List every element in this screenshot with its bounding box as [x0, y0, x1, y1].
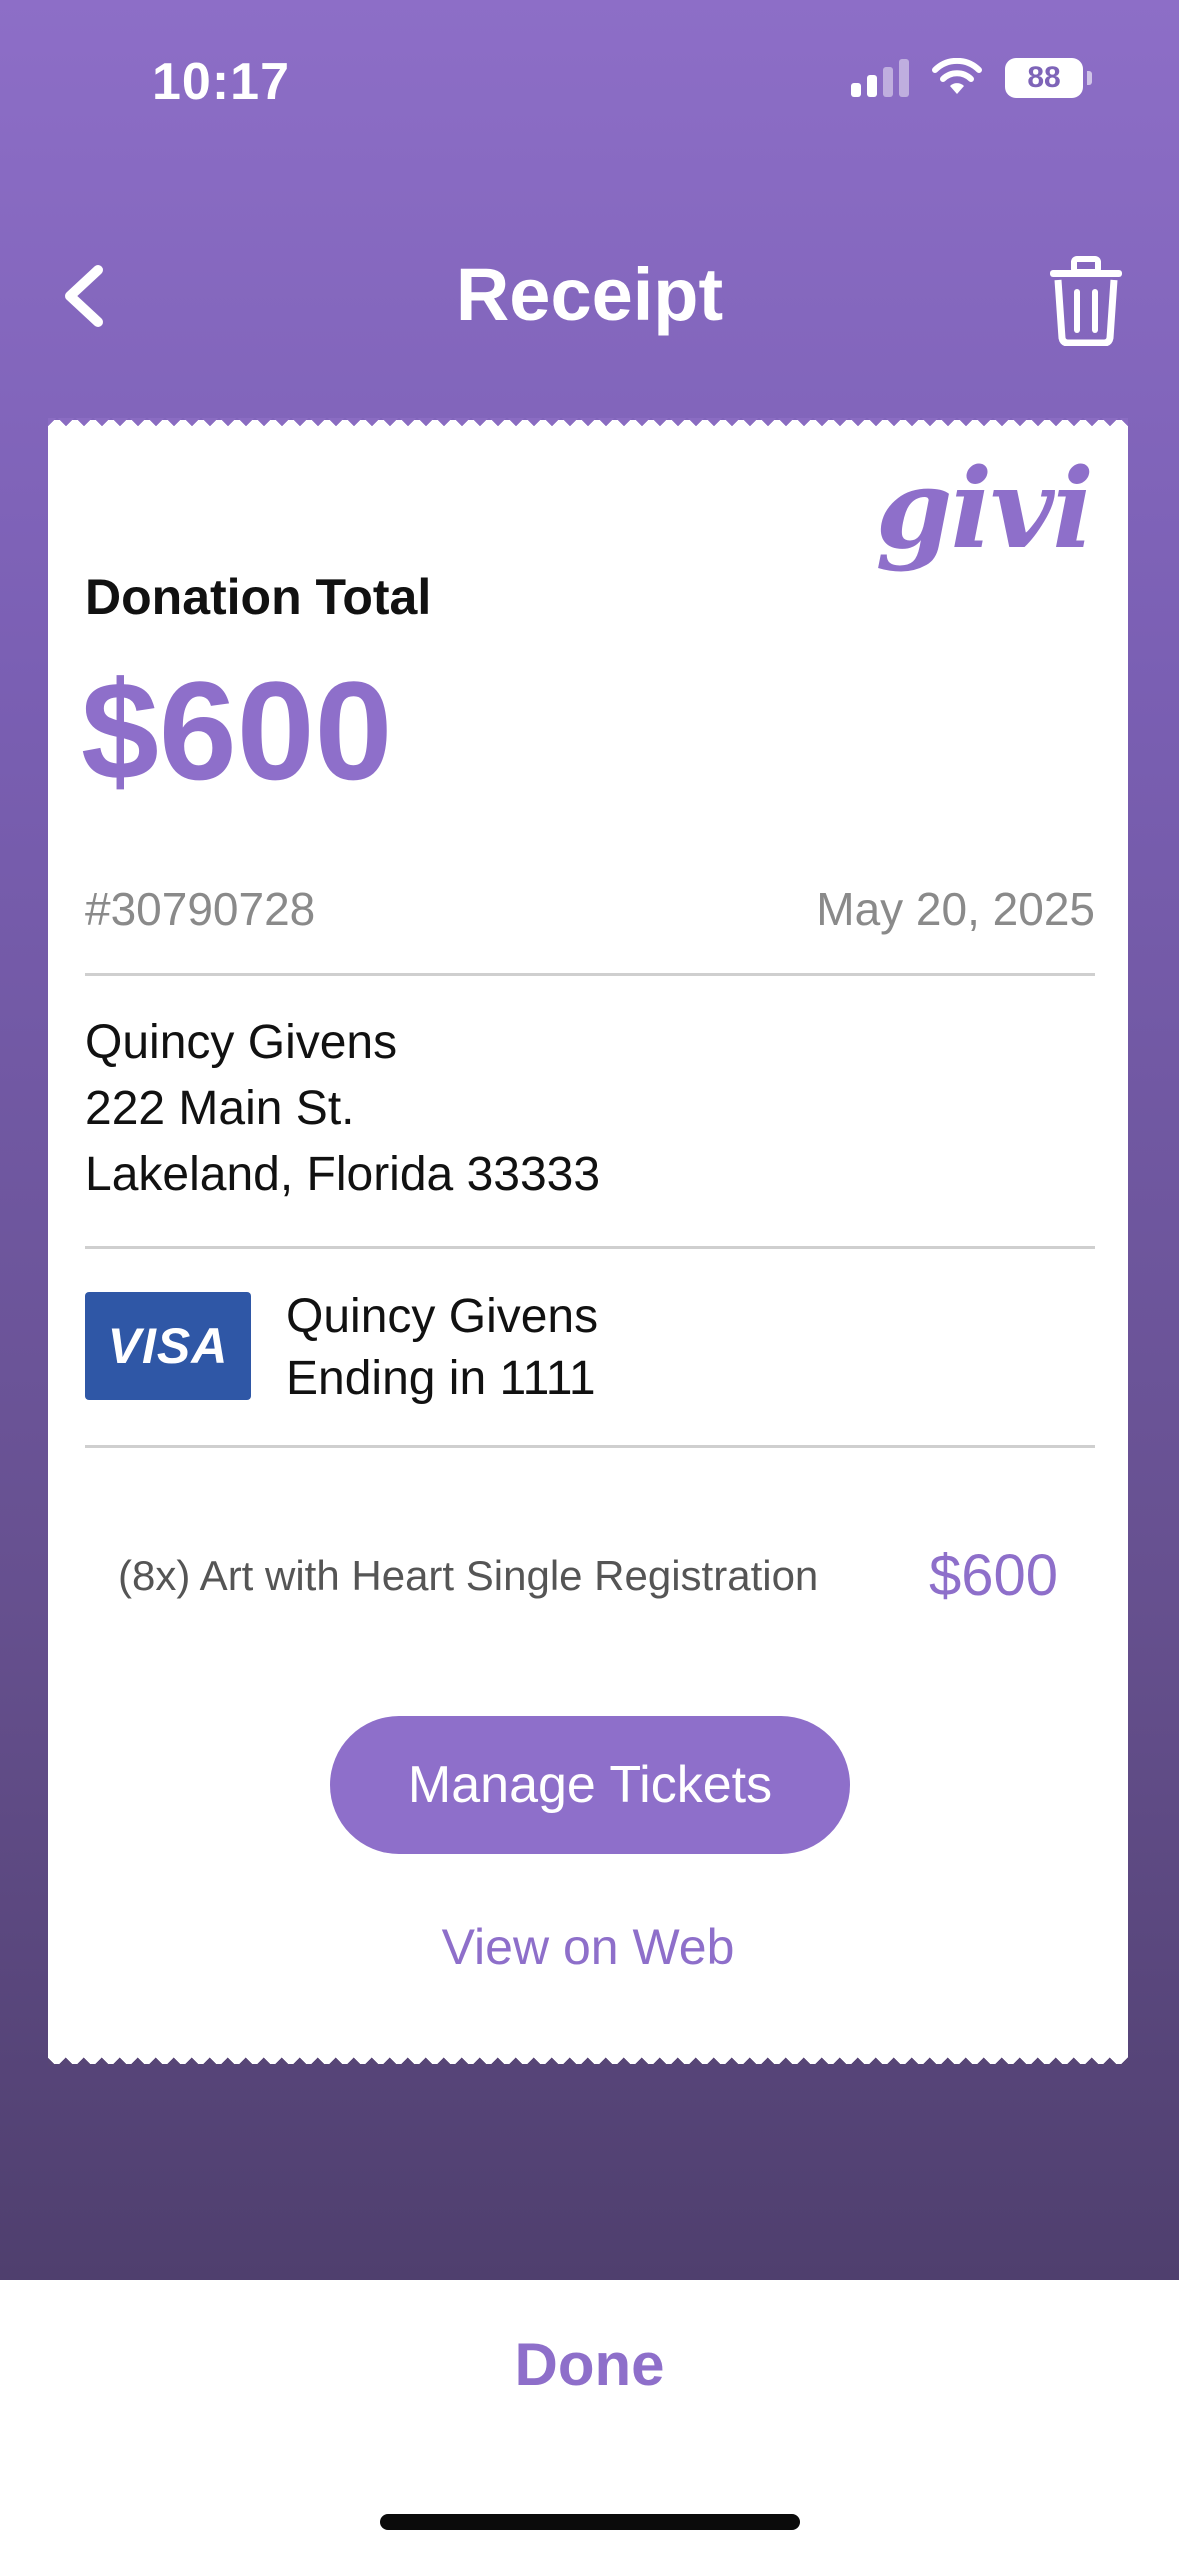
cellular-signal-icon: [851, 59, 909, 97]
status-time: 10:17: [152, 53, 290, 111]
receipt-meta: #30790728 May 20, 2025: [85, 882, 1095, 936]
manage-tickets-button[interactable]: Manage Tickets: [330, 1716, 850, 1854]
receipt-date: May 20, 2025: [816, 883, 1095, 935]
line-item: (8x) Art with Heart Single Registration …: [118, 1542, 1058, 1609]
payment-info: Quincy Givens Ending in 1111: [286, 1286, 598, 1410]
donor-city: Lakeland, Florida 33333: [85, 1148, 601, 1201]
divider: [85, 1246, 1095, 1249]
givi-logo: givi: [875, 444, 1094, 573]
receipt-number: #30790728: [85, 883, 316, 935]
done-button[interactable]: Done: [0, 2330, 1179, 2399]
line-item-description: (8x) Art with Heart Single Registration: [118, 1551, 819, 1599]
visa-card-icon: VISA: [85, 1292, 251, 1400]
page-title: Receipt: [455, 253, 724, 336]
receipt-edge-bottom: [48, 2050, 1128, 2066]
line-item-amount: $600: [928, 1543, 1058, 1608]
donation-total-label: Donation Total: [85, 569, 432, 625]
donor-street: 222 Main St.: [85, 1082, 355, 1135]
divider: [85, 973, 1095, 976]
donor-address: Quincy Givens 222 Main St. Lakeland, Flo…: [85, 1010, 600, 1208]
status-indicators: 88: [851, 58, 1092, 98]
receipt-card: givi Donation Total $600 #30790728 May 2…: [48, 418, 1128, 2066]
card-brand: VISA: [107, 1318, 229, 1374]
home-indicator[interactable]: [380, 2514, 800, 2530]
wifi-icon: [932, 58, 982, 94]
donation-total-amount: $600: [81, 652, 393, 809]
receipt-edge-top: [48, 418, 1128, 434]
battery-icon: 88: [1005, 58, 1092, 98]
divider: [85, 1445, 1095, 1448]
cardholder-name: Quincy Givens: [286, 1290, 599, 1343]
trash-icon[interactable]: [1046, 256, 1126, 346]
card-ending: Ending in 1111: [286, 1352, 596, 1405]
view-on-web-link[interactable]: View on Web: [48, 1918, 1128, 1976]
battery-level: 88: [1027, 61, 1061, 94]
donor-name: Quincy Givens: [85, 1016, 398, 1069]
